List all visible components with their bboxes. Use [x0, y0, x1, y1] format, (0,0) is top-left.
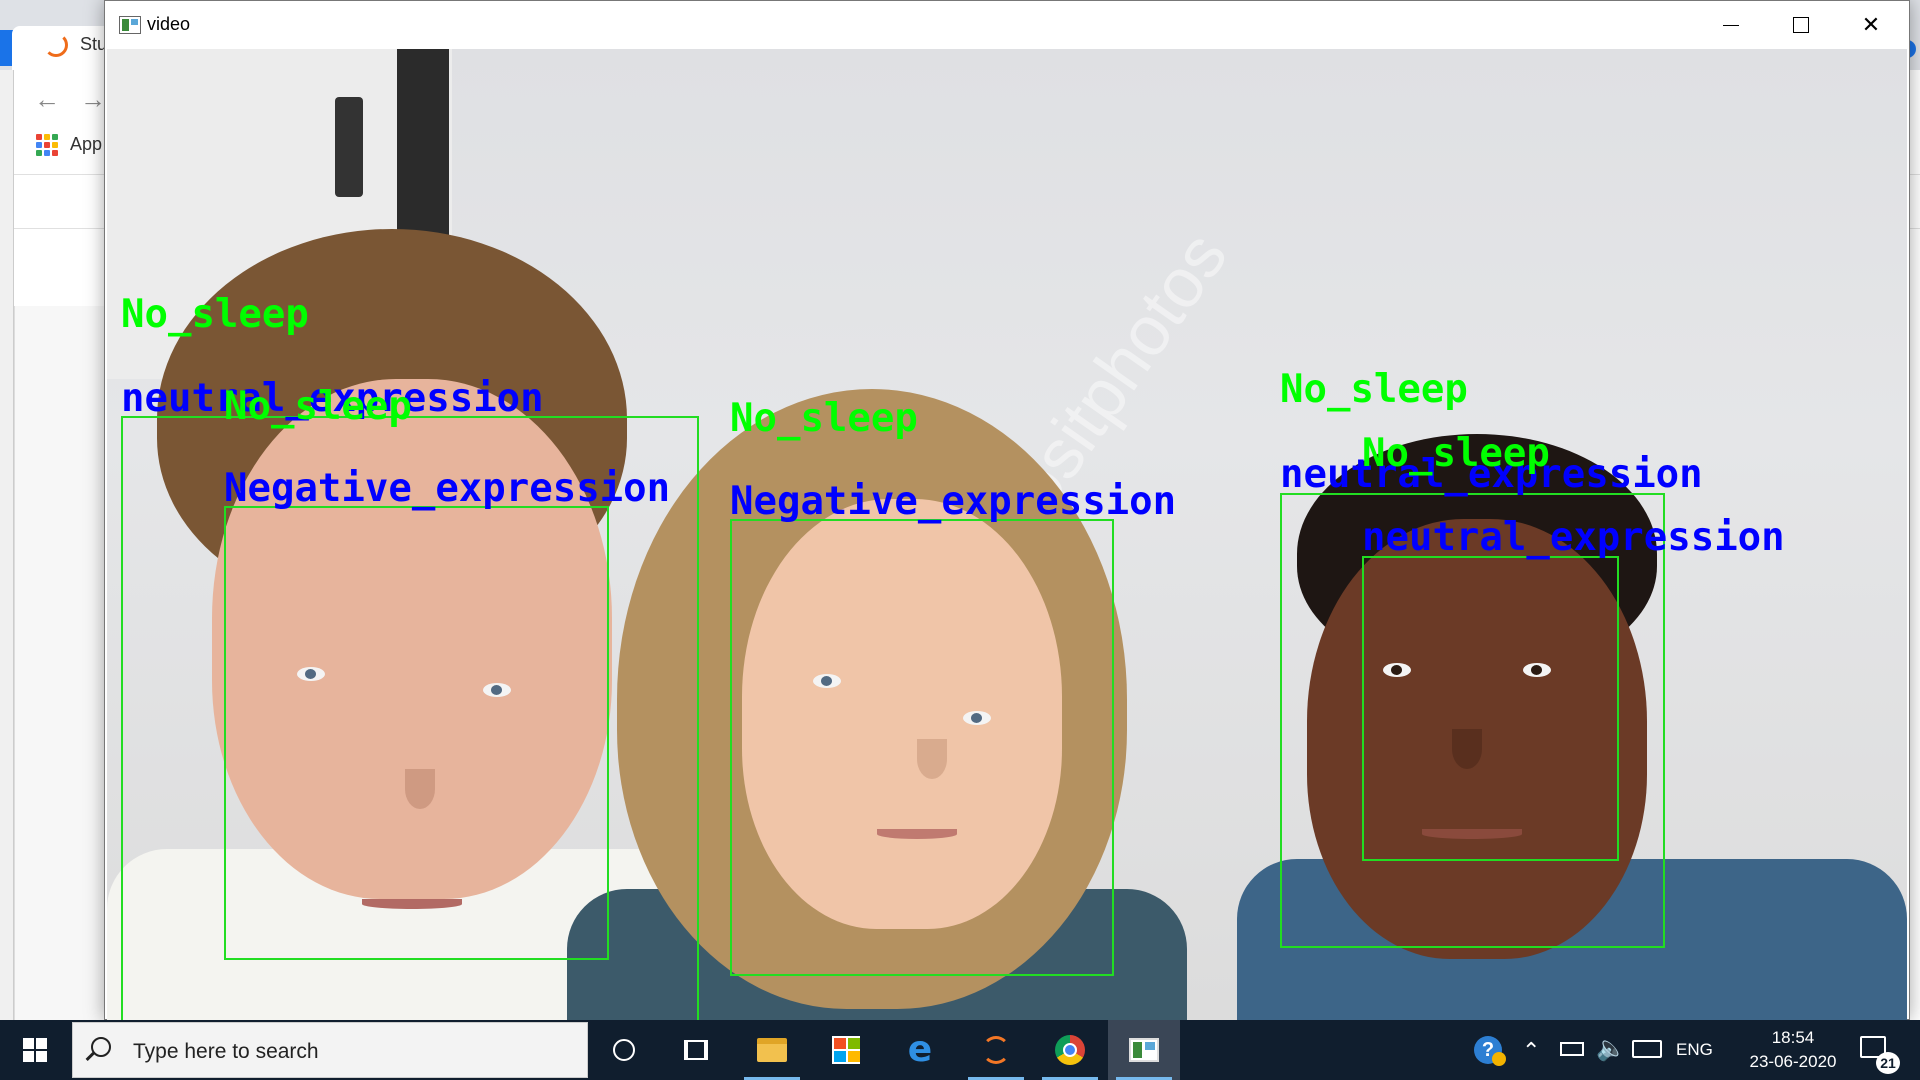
face-detection-box	[730, 519, 1114, 976]
video-window-button[interactable]	[1108, 1020, 1180, 1080]
browser-left-edge	[0, 70, 14, 1020]
wall-lamp	[335, 97, 363, 197]
sleep-status-label: No_sleep	[730, 396, 918, 441]
expression-label: Negative_expression	[730, 479, 1177, 524]
window-title: video	[147, 14, 191, 34]
cortana-button[interactable]	[588, 1020, 660, 1080]
file-explorer-button[interactable]	[736, 1020, 808, 1080]
keyboard-icon[interactable]	[1632, 1040, 1662, 1058]
task-view-icon	[684, 1040, 708, 1060]
minimize-icon	[1723, 24, 1739, 26]
jupyter-button[interactable]	[960, 1020, 1032, 1080]
jupyter-tab-icon	[44, 33, 68, 57]
video-window-icon	[1129, 1038, 1159, 1062]
notification-count-badge: 21	[1876, 1052, 1900, 1074]
chrome-button[interactable]	[1034, 1020, 1106, 1080]
video-frame: depositphotos No_sleep neutral_expressio…	[107, 49, 1907, 1021]
language-indicator[interactable]: ENG	[1676, 1040, 1713, 1060]
taskbar-search-box[interactable]: Type here to search	[72, 1022, 588, 1078]
face-detection-box	[224, 506, 609, 960]
sleep-status-label: No_sleep	[1280, 367, 1468, 412]
apps-bookmark-label[interactable]: App	[70, 134, 102, 155]
windows-logo-icon	[23, 1038, 47, 1062]
chrome-icon	[1055, 1035, 1085, 1065]
volume-icon[interactable]: 🔈	[1596, 1034, 1626, 1063]
maximize-button[interactable]	[1766, 1, 1836, 49]
expression-label: Negative_expression	[224, 466, 671, 511]
expression-label: neutral_expression	[1362, 515, 1785, 560]
back-arrow-icon[interactable]: ←	[34, 84, 60, 115]
start-button[interactable]	[0, 1020, 70, 1080]
search-placeholder: Type here to search	[133, 1040, 319, 1063]
search-icon	[91, 1037, 111, 1057]
apps-grid-icon[interactable]	[36, 134, 58, 156]
window-app-icon	[119, 16, 141, 34]
minimize-button[interactable]	[1696, 1, 1766, 49]
close-icon: ✕	[1861, 12, 1881, 37]
browser-side-panel	[14, 306, 104, 1020]
battery-icon[interactable]	[1560, 1042, 1584, 1056]
task-view-button[interactable]	[660, 1020, 732, 1080]
maximize-icon	[1793, 17, 1809, 33]
warning-badge-icon	[1492, 1052, 1506, 1066]
edge-button[interactable]: e	[884, 1020, 956, 1080]
microsoft-store-button[interactable]	[810, 1020, 882, 1080]
clock-date[interactable]: 23-06-2020	[1738, 1052, 1848, 1072]
browser-tab-label[interactable]: Stu	[80, 34, 107, 55]
taskbar: Type here to search e ? ⌃ 🔈 ENG 18:54 23…	[0, 1020, 1920, 1080]
edge-icon: e	[907, 1029, 933, 1070]
jupyter-icon	[982, 1036, 1010, 1064]
forward-arrow-icon[interactable]: →	[80, 84, 106, 115]
face-detection-box	[1362, 556, 1619, 861]
chevron-up-icon[interactable]: ⌃	[1522, 1038, 1540, 1064]
video-window: video ✕ depositphotos No_sleep neutral_e…	[104, 0, 1910, 1021]
sleep-status-label: No_sleep	[1362, 431, 1550, 476]
cortana-icon	[613, 1039, 635, 1061]
close-button[interactable]: ✕	[1836, 1, 1906, 49]
clock-time[interactable]: 18:54	[1738, 1028, 1848, 1048]
sleep-status-label: No_sleep	[224, 384, 412, 429]
system-tray: ? ⌃ 🔈 ENG 18:54 23-06-2020 21	[1460, 1020, 1920, 1080]
microsoft-store-icon	[832, 1036, 860, 1064]
window-titlebar[interactable]: video ✕	[105, 1, 1909, 49]
sleep-status-label: No_sleep	[121, 292, 309, 337]
file-explorer-icon	[757, 1038, 787, 1062]
